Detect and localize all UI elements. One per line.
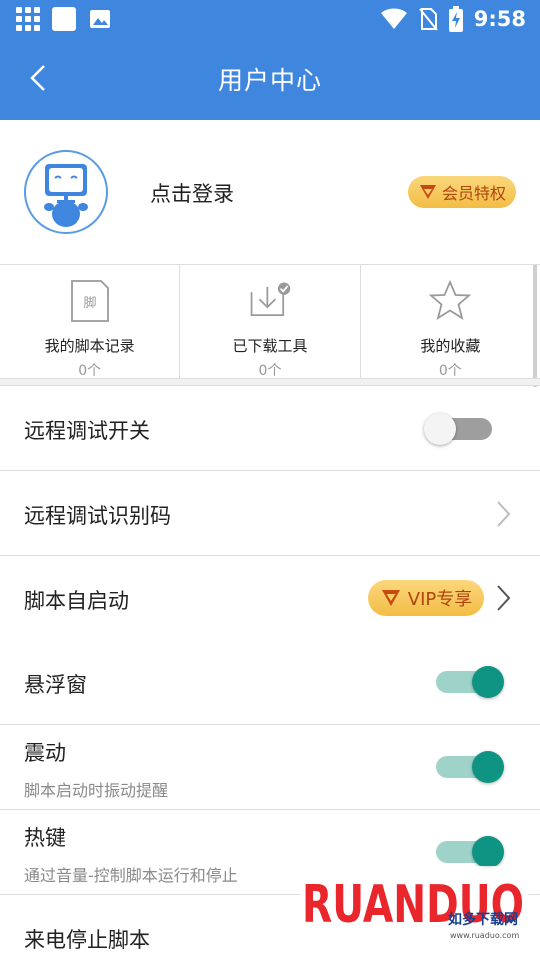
row-label: 悬浮窗 (24, 673, 87, 697)
vibration-toggle[interactable] (436, 751, 504, 783)
chevron-right-icon (492, 583, 514, 613)
row-description: 通过音量-控制脚本运行和停止 (24, 866, 238, 885)
row-description: 脚本启动时振动提醒 (24, 781, 169, 800)
notification-square-icon (52, 7, 76, 31)
app-bar: 用户中心 (0, 38, 540, 120)
wifi-icon (380, 8, 407, 29)
row-script-autostart[interactable]: 脚本自启动 VIP专享 (0, 556, 540, 640)
battery-charging-icon (448, 6, 463, 32)
image-icon (90, 10, 110, 28)
remote-debug-toggle[interactable] (424, 413, 492, 445)
row-label: 远程调试识别码 (24, 504, 171, 528)
row-hotkey[interactable]: 热键 通过音量-控制脚本运行和停止 (0, 810, 540, 895)
chevron-right-icon (492, 499, 514, 529)
robot-avatar-icon (44, 164, 88, 227)
star-outline-icon (428, 279, 472, 323)
svg-text:脚: 脚 (83, 295, 96, 311)
row-call-stop-script[interactable]: 来电停止脚本 (0, 895, 540, 960)
diamond-heart-icon (381, 590, 400, 606)
toggle-knob (424, 413, 456, 445)
row-remote-debug-code[interactable]: 远程调试识别码 (0, 471, 540, 556)
download-box-icon (248, 279, 292, 323)
section-divider (0, 379, 540, 386)
quick-item-downloaded-tools[interactable]: 已下载工具 0个 (179, 265, 359, 379)
vip-exclusive-label: VIP专享 (407, 589, 473, 610)
status-time: 9:58 (473, 7, 526, 31)
quick-item-label: 已下载工具 (232, 337, 308, 355)
toggle-knob (472, 836, 504, 868)
login-link[interactable]: 点击登录 (150, 178, 234, 208)
row-label: 脚本自启动 (24, 589, 129, 613)
toggle-knob (472, 751, 504, 783)
vip-exclusive-badge[interactable]: VIP专享 (368, 580, 484, 616)
row-remote-debug-switch[interactable]: 远程调试开关 (0, 387, 540, 471)
profile-section[interactable]: 点击登录 会员特权 (0, 120, 540, 265)
row-label: 热键 (24, 826, 66, 850)
status-bar: 9:58 (0, 0, 540, 38)
hotkey-toggle[interactable] (436, 836, 504, 868)
quick-item-script-records[interactable]: 脚 我的脚本记录 0个 (0, 265, 179, 379)
quick-item-count: 0个 (78, 363, 102, 379)
row-label: 来电停止脚本 (24, 928, 150, 952)
quick-item-label: 我的脚本记录 (44, 337, 135, 355)
diamond-heart-icon (419, 185, 436, 199)
script-doc-icon: 脚 (68, 279, 112, 323)
vip-privilege-button[interactable]: 会员特权 (408, 176, 516, 208)
row-label: 震动 (24, 741, 66, 765)
row-vibration[interactable]: 震动 脚本启动时振动提醒 (0, 725, 540, 810)
back-button[interactable] (18, 58, 58, 98)
quick-actions-row: 脚 我的脚本记录 0个 已下载工具 0个 我的收藏 0个 (0, 265, 540, 379)
no-sim-icon (418, 8, 438, 31)
page-title: 用户中心 (217, 66, 322, 95)
quick-item-label: 我的收藏 (420, 337, 481, 355)
quick-item-count: 0个 (438, 363, 462, 379)
floating-window-toggle[interactable] (436, 666, 504, 698)
quick-item-count: 0个 (258, 363, 282, 379)
chevron-left-icon (30, 65, 45, 91)
vip-privilege-label: 会员特权 (441, 184, 506, 203)
row-label: 远程调试开关 (24, 419, 150, 443)
toggle-knob (472, 666, 504, 698)
quick-item-favorites[interactable]: 我的收藏 0个 (359, 265, 540, 379)
apps-grid-icon (16, 7, 40, 31)
row-floating-window[interactable]: 悬浮窗 (0, 640, 540, 725)
avatar[interactable] (24, 150, 108, 234)
